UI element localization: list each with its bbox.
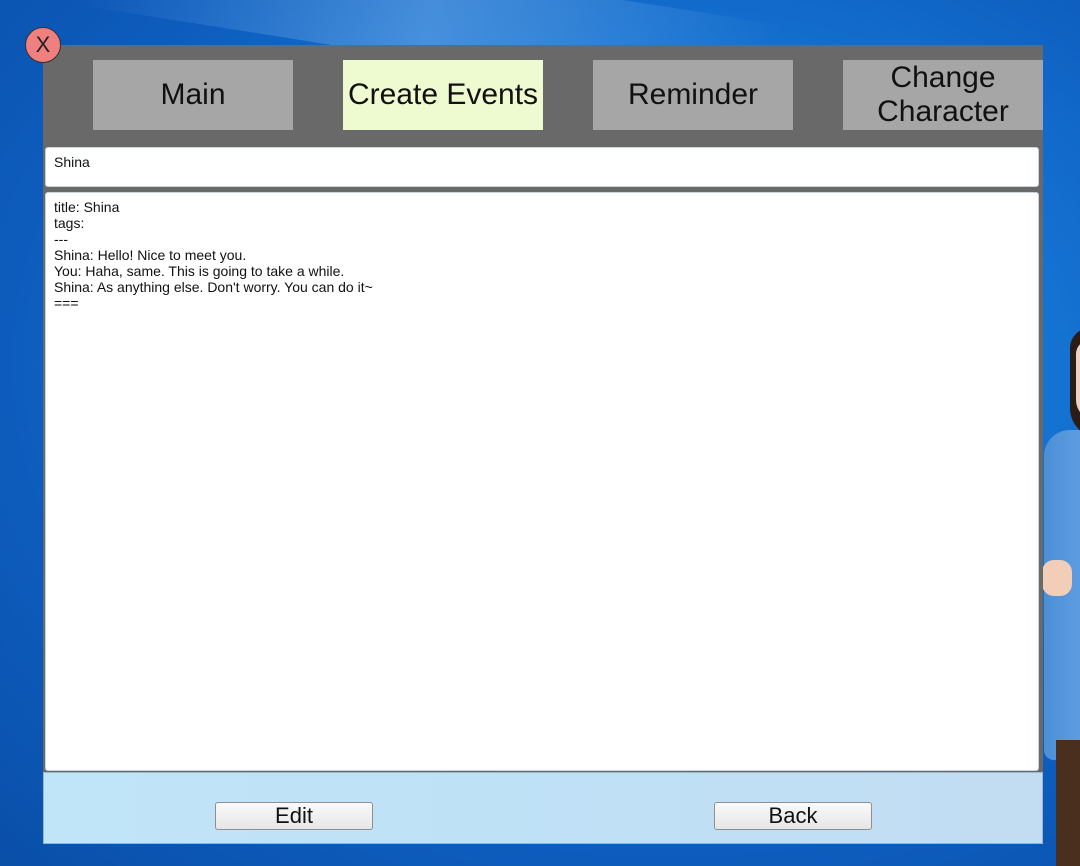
footer-bar: Edit Back [43, 772, 1043, 844]
event-editor-window: Main Create Events Reminder Change Chara… [43, 45, 1043, 844]
close-button[interactable]: X [25, 27, 61, 63]
tab-change-character-line2: Character [877, 95, 1009, 128]
edit-button[interactable]: Edit [215, 802, 373, 830]
character-leg [1056, 740, 1080, 866]
tab-change-character-line1: Change [890, 61, 996, 94]
tab-reminder[interactable]: Reminder [593, 60, 793, 130]
tab-bar: Main Create Events Reminder Change Chara… [43, 45, 1043, 145]
tab-create-events[interactable]: Create Events [343, 60, 543, 130]
character-hand [1042, 560, 1072, 596]
event-script-textarea[interactable]: title: Shina tags: --- Shina: Hello! Nic… [45, 192, 1039, 771]
tab-main[interactable]: Main [93, 60, 293, 130]
tab-change-character[interactable]: Change Character [843, 60, 1043, 130]
event-title-field[interactable]: Shina [45, 147, 1039, 187]
character-figure [1040, 320, 1080, 866]
back-button[interactable]: Back [714, 802, 872, 830]
